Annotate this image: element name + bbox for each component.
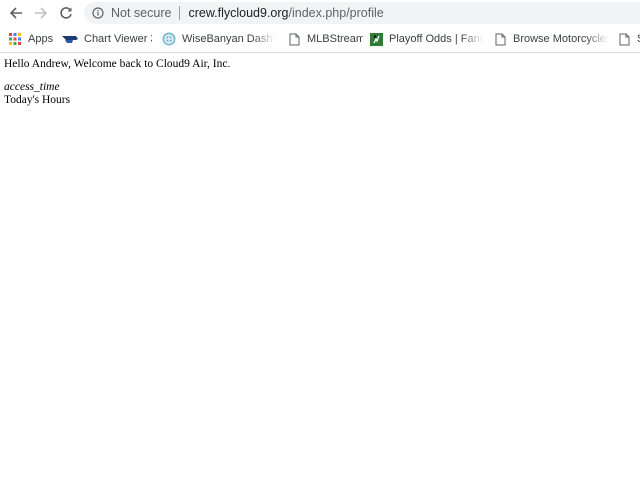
info-icon[interactable] <box>92 7 104 19</box>
back-arrow-icon <box>9 7 22 19</box>
welcome-message: Hello Andrew, Welcome back to Cloud9 Air… <box>4 58 231 70</box>
bookmark-mlbstreams[interactable]: MLBStreams <box>287 29 363 49</box>
bookmark-label: Playoff Odds | FanGr <box>389 33 484 45</box>
address-bar[interactable]: Not secure crew.flycloud9.org /index.php… <box>84 2 640 24</box>
bookmark-label: Chart Viewer 3 <box>84 33 152 45</box>
bookmark-wisebanyan[interactable]: WiseBanyan Dashbo <box>162 29 275 49</box>
page-icon <box>287 32 301 46</box>
bookmark-fangraphs[interactable]: Playoff Odds | FanGr <box>369 29 484 49</box>
reload-button[interactable] <box>56 3 76 23</box>
bookmark-browse-motorcycles[interactable]: Browse Motorcycles <box>493 29 609 49</box>
url-host: crew.flycloud9.org <box>188 6 289 20</box>
reload-icon <box>60 7 72 19</box>
forward-arrow-icon <box>35 7 48 19</box>
page-content: Hello Andrew, Welcome back to Cloud9 Air… <box>4 58 634 107</box>
bookmark-chart-viewer[interactable]: Chart Viewer 3 <box>62 29 152 49</box>
access-time-icon: access_time <box>4 81 60 93</box>
url-separator <box>179 6 181 20</box>
todays-hours-label: Today's Hours <box>4 94 71 106</box>
wisebanyan-icon <box>162 32 176 46</box>
bookmark-label: WiseBanyan Dashbo <box>182 33 275 45</box>
forward-button[interactable] <box>31 3 51 23</box>
back-button[interactable] <box>6 3 26 23</box>
page-icon <box>493 32 507 46</box>
bookmarks-bar: Apps Chart Viewer 3 WiseBanyan Dashbo ML… <box>0 27 640 51</box>
page-icon <box>617 32 631 46</box>
fangraphs-icon <box>369 32 383 46</box>
bookmark-se[interactable]: SE <box>617 29 640 49</box>
bookmark-label: Apps <box>28 33 54 45</box>
bookmark-apps[interactable]: Apps <box>8 29 56 49</box>
browser-toolbar: Not secure crew.flycloud9.org /index.php… <box>0 0 640 26</box>
bookmark-label: MLBStreams <box>307 33 363 45</box>
bookmark-label: Browse Motorcycles <box>513 33 609 45</box>
chart-viewer-icon <box>62 32 78 46</box>
security-status[interactable]: Not secure <box>111 6 171 20</box>
browser-chrome: Not secure crew.flycloud9.org /index.php… <box>0 0 640 53</box>
url-path: /index.php/profile <box>288 6 384 20</box>
apps-grid-icon <box>8 32 22 46</box>
